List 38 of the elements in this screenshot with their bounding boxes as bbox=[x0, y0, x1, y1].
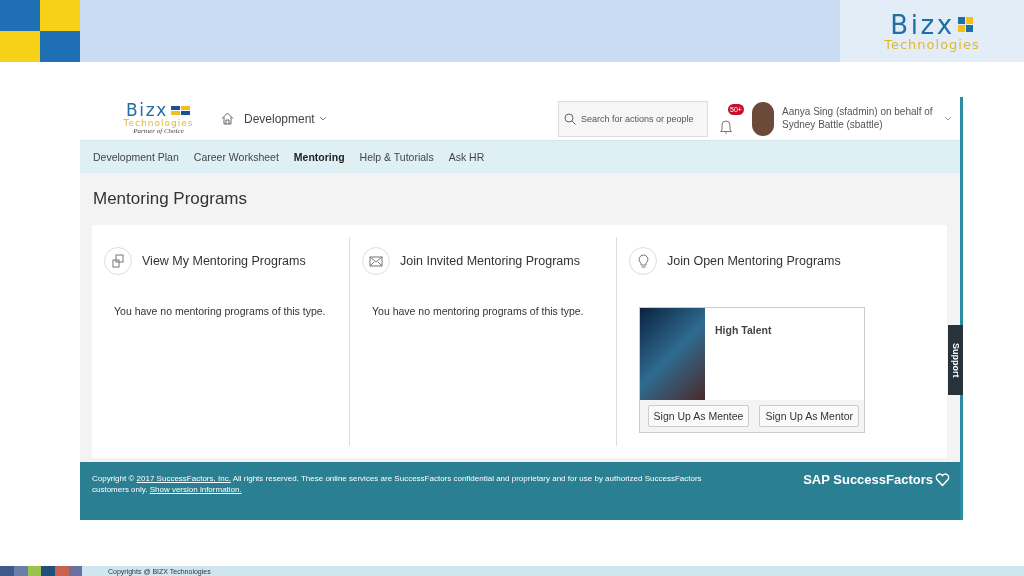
program-name: High Talent bbox=[715, 324, 772, 338]
search-field[interactable]: Search for actions or people bbox=[558, 100, 708, 137]
nav-tab[interactable]: Career Worksheet bbox=[193, 151, 279, 163]
brand-name: SAP SuccessFactors bbox=[803, 472, 933, 487]
envelope-icon bbox=[369, 255, 383, 267]
copyright-text: Copyright © 2017 SuccessFactors, Inc. All rights reserved. These online services are SuccessFactors confidential and proprietary and for use by authorized SuccessFactors customers only. Show version information. bbox=[92, 474, 703, 496]
nav-tab[interactable]: Mentoring bbox=[293, 151, 345, 163]
sign-up-button[interactable]: Sign Up As Mentee bbox=[647, 405, 750, 427]
user-name[interactable]: Aanya Sing (sfadmin) on behalf of Sydney Battle (sbattle) bbox=[782, 106, 944, 131]
section-title: Join Open Mentoring Programs bbox=[667, 254, 841, 268]
nav-tab[interactable]: Development Plan bbox=[93, 151, 179, 163]
squares-logo-icon bbox=[0, 0, 80, 62]
copyright-link[interactable]: 2017 SuccessFactors, Inc. bbox=[136, 474, 231, 483]
logo-name: Bizx bbox=[125, 102, 169, 119]
home-icon[interactable] bbox=[221, 112, 234, 125]
squares-icon bbox=[957, 16, 974, 33]
page-title: Mentoring Programs bbox=[92, 188, 248, 210]
caret-icon bbox=[318, 116, 327, 121]
support-tab[interactable]: Support bbox=[948, 325, 963, 395]
caret-icon[interactable] bbox=[944, 116, 952, 121]
avatar[interactable] bbox=[752, 101, 774, 136]
module-dropdown[interactable]: Development bbox=[244, 111, 327, 126]
heart-icon bbox=[935, 472, 950, 487]
empty-message: You have no mentoring programs of this type. bbox=[114, 305, 327, 317]
section-title: Join Invited Mentoring Programs bbox=[400, 254, 580, 268]
empty-message: You have no mentoring programs of this type. bbox=[372, 305, 585, 317]
search-icon bbox=[564, 112, 576, 125]
logo-name: Bizx bbox=[890, 11, 955, 38]
squares-icon bbox=[171, 106, 192, 115]
logo-tagline: Technologies bbox=[123, 119, 194, 128]
version-link[interactable]: Show version information. bbox=[149, 484, 242, 494]
lightbulb-icon bbox=[637, 253, 649, 269]
logo-tagline: Technologies bbox=[884, 37, 980, 51]
nav-tab[interactable]: Help & Tutorials bbox=[359, 151, 434, 163]
section-title: View My Mentoring Programs bbox=[142, 254, 306, 268]
bell-icon[interactable] bbox=[720, 117, 732, 134]
sign-up-button[interactable]: Sign Up As Mentor bbox=[759, 405, 859, 427]
nav-tab[interactable]: Ask HR bbox=[448, 151, 485, 163]
